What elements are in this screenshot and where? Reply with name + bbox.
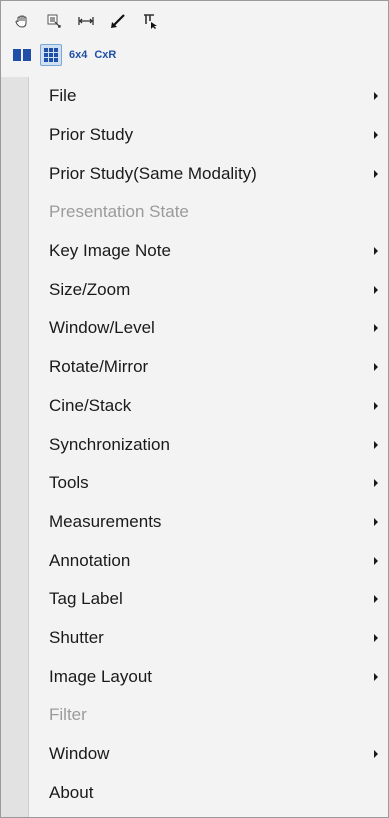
arrow-annotation-icon[interactable]	[107, 10, 129, 32]
menu-item-filter: Filter	[1, 696, 388, 735]
menu-item-label: Prior Study(Same Modality)	[49, 163, 257, 183]
submenu-arrow-icon	[374, 440, 378, 449]
menu-item-label: Presentation State	[49, 202, 189, 222]
menu-item-label: Rotate/Mirror	[49, 357, 149, 377]
menu-item-prior-study-same-modality[interactable]: Prior Study(Same Modality)	[1, 154, 388, 193]
menu-item-label: Key Image Note	[49, 241, 171, 261]
layout-cxr-button[interactable]: CxR	[94, 49, 116, 61]
submenu-arrow-icon	[374, 401, 378, 410]
menu-item-window-level[interactable]: Window/Level	[1, 309, 388, 348]
menu-item-label: Filter	[49, 705, 87, 725]
submenu-arrow-icon	[374, 633, 378, 642]
menu-item-key-image-note[interactable]: Key Image Note	[1, 232, 388, 271]
submenu-arrow-icon	[374, 672, 378, 681]
menu-item-label: Size/Zoom	[49, 279, 131, 299]
menu-item-file[interactable]: File	[1, 77, 388, 116]
menu-item-synchronization[interactable]: Synchronization	[1, 425, 388, 464]
menu-item-window[interactable]: Window	[1, 735, 388, 774]
menu-item-tag-label[interactable]: Tag Label	[1, 580, 388, 619]
menu-item-size-zoom[interactable]: Size/Zoom	[1, 270, 388, 309]
menu-item-rotate-mirror[interactable]: Rotate/Mirror	[1, 348, 388, 387]
submenu-arrow-icon	[374, 92, 378, 101]
image-layout-grid-icon[interactable]	[40, 44, 62, 66]
menu-item-label: Image Layout	[49, 666, 153, 686]
submenu-arrow-icon	[374, 131, 378, 140]
tool-toolbar	[11, 9, 161, 33]
layout-6x4-button[interactable]: 6x4	[69, 49, 87, 61]
menu-item-label: Prior Study	[49, 125, 134, 145]
submenu-arrow-icon	[374, 750, 378, 759]
submenu-arrow-icon	[374, 247, 378, 256]
menu-item-label: Window/Level	[49, 318, 155, 338]
submenu-arrow-icon	[374, 169, 378, 178]
menu-item-label: File	[49, 86, 77, 106]
window-level-icon[interactable]	[43, 10, 65, 32]
menu-item-image-layout[interactable]: Image Layout	[1, 657, 388, 696]
menu-item-cine-stack[interactable]: Cine/Stack	[1, 387, 388, 426]
menu-items: File Prior Study Prior Study(Same Modality…	[1, 77, 388, 812]
menu-item-label: Tools	[49, 473, 89, 493]
submenu-arrow-icon	[374, 324, 378, 333]
menu-item-label: Measurements	[49, 511, 162, 531]
layout-toolbar: 6x4 CxR	[11, 41, 116, 69]
menu-item-prior-study[interactable]: Prior Study	[1, 116, 388, 155]
context-menu: 6x4 CxR File Prior Study Prior Study(Same …	[0, 0, 389, 818]
submenu-arrow-icon	[374, 595, 378, 604]
submenu-arrow-icon	[374, 479, 378, 488]
menu-item-about[interactable]: About	[1, 773, 388, 812]
menu-item-label: Window	[49, 744, 110, 764]
menu-item-label: About	[49, 782, 94, 802]
submenu-arrow-icon	[374, 517, 378, 526]
series-layout-icon[interactable]	[11, 44, 33, 66]
submenu-arrow-icon	[374, 556, 378, 565]
submenu-arrow-icon	[374, 363, 378, 372]
cursor-select-icon[interactable]	[139, 10, 161, 32]
menu-item-shutter[interactable]: Shutter	[1, 619, 388, 658]
menu-item-measurements[interactable]: Measurements	[1, 503, 388, 542]
pan-hand-icon[interactable]	[11, 10, 33, 32]
menu-item-label: Annotation	[49, 550, 131, 570]
menu-item-label: Shutter	[49, 627, 104, 647]
menu-item-presentation-state: Presentation State	[1, 193, 388, 232]
menu-item-tools[interactable]: Tools	[1, 464, 388, 503]
menu-item-annotation[interactable]: Annotation	[1, 541, 388, 580]
measure-distance-icon[interactable]	[75, 10, 97, 32]
menu-item-label: Synchronization	[49, 434, 170, 454]
menu-item-label: Cine/Stack	[49, 395, 132, 415]
submenu-arrow-icon	[374, 285, 378, 294]
menu-item-label: Tag Label	[49, 589, 123, 609]
